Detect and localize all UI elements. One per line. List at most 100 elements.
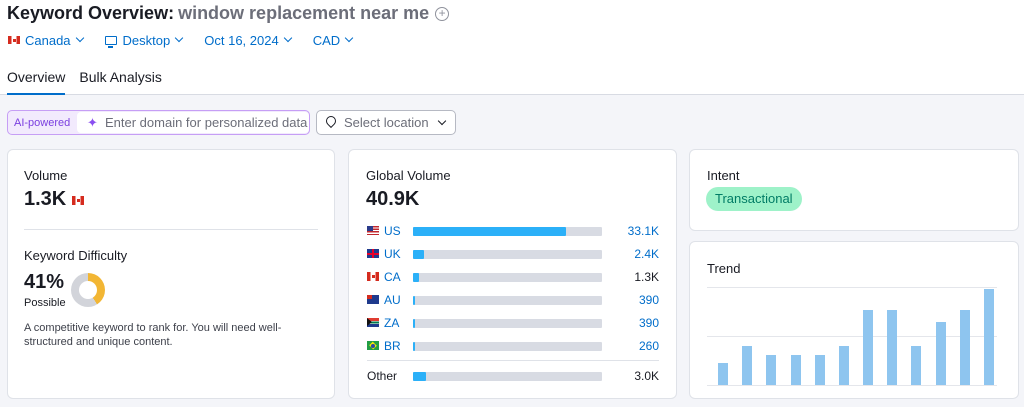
- country-label: Canada: [25, 32, 71, 48]
- chevron-down-icon: [344, 33, 354, 43]
- trend-bar[interactable]: [815, 355, 825, 385]
- trend-bar[interactable]: [887, 310, 897, 385]
- trend-bar[interactable]: [839, 346, 849, 385]
- difficulty-donut: [71, 273, 105, 307]
- domain-input[interactable]: [77, 112, 309, 133]
- card-divider: [24, 229, 318, 230]
- global-volume-label: Global Volume: [366, 168, 451, 183]
- volume-label: Volume: [24, 168, 68, 183]
- currency-dropdown[interactable]: CAD: [312, 32, 354, 48]
- tab-bar: Overview Bulk Analysis: [7, 69, 176, 95]
- trend-bar[interactable]: [960, 310, 970, 385]
- other-bar: [413, 372, 426, 381]
- page-title: Keyword Overview: window replacement near…: [7, 3, 450, 24]
- za-flag-icon: [367, 318, 379, 327]
- trend-bar[interactable]: [742, 346, 752, 385]
- country-dropdown[interactable]: Canada: [8, 32, 84, 48]
- ai-domain-box: AI-powered ✦: [7, 110, 310, 135]
- country-bar-track: [413, 227, 602, 236]
- br-flag-icon: [367, 341, 379, 350]
- country-code[interactable]: US: [384, 224, 401, 238]
- country-bar: [413, 273, 419, 282]
- au-flag-icon: [367, 295, 379, 304]
- location-pin-icon: [326, 116, 336, 130]
- other-label: Other: [367, 369, 398, 383]
- add-keyword-icon[interactable]: +: [435, 7, 450, 21]
- country-value[interactable]: 260: [639, 339, 659, 353]
- sparkle-icon: ✦: [87, 115, 98, 130]
- chevron-down-icon: [75, 33, 84, 43]
- title-label: Keyword Overview:: [7, 3, 175, 23]
- country-code[interactable]: UK: [384, 247, 401, 261]
- device-dropdown[interactable]: Desktop: [104, 32, 184, 48]
- trend-bar[interactable]: [863, 310, 873, 385]
- country-code[interactable]: AU: [384, 293, 401, 307]
- country-bar: [413, 227, 566, 236]
- country-row-ca[interactable]: CA 1.3K: [367, 270, 659, 284]
- country-value[interactable]: 2.4K: [634, 247, 659, 261]
- volume-value: 1.3K: [24, 188, 67, 210]
- difficulty-value: 41%: [24, 271, 65, 293]
- country-bar: [413, 296, 415, 305]
- other-divider: [367, 360, 659, 361]
- country-value[interactable]: 33.1K: [628, 224, 659, 238]
- device-label: Desktop: [122, 32, 171, 48]
- country-code[interactable]: CA: [384, 270, 401, 284]
- trend-bar[interactable]: [984, 289, 994, 385]
- chevron-down-icon: [437, 116, 446, 125]
- other-value: 3.0K: [634, 369, 659, 383]
- trend-card: Trend: [689, 241, 1019, 399]
- intent-badge: Transactional: [706, 187, 802, 211]
- difficulty-rating: Possible: [24, 297, 66, 309]
- country-bar-track: [413, 342, 602, 351]
- filter-bar: Canada Desktop Oct 16, 2024 CAD: [8, 31, 374, 49]
- country-value[interactable]: 390: [639, 293, 659, 307]
- currency-label: CAD: [312, 32, 341, 48]
- ca-flag-icon: [367, 272, 379, 281]
- country-bar-track: [413, 319, 602, 328]
- country-row-uk[interactable]: UK 2.4K: [367, 247, 659, 261]
- country-bar-track: [413, 250, 602, 259]
- trend-bar[interactable]: [791, 355, 801, 385]
- difficulty-label: Keyword Difficulty: [24, 248, 128, 263]
- trend-label: Trend: [707, 261, 741, 276]
- country-row-au[interactable]: AU 390: [367, 293, 659, 307]
- intent-label: Intent: [707, 168, 740, 183]
- desktop-icon: [104, 35, 117, 48]
- country-value[interactable]: 390: [639, 316, 659, 330]
- country-row-br[interactable]: BR 260: [367, 339, 659, 353]
- trend-bar[interactable]: [718, 363, 728, 385]
- uk-flag-icon: [367, 249, 379, 258]
- us-flag-icon: [367, 226, 379, 235]
- canada-flag-icon: [8, 36, 20, 44]
- tab-bulk-analysis[interactable]: Bulk Analysis: [79, 69, 161, 95]
- other-bar-track: [413, 372, 602, 381]
- country-code[interactable]: BR: [384, 339, 401, 353]
- country-row-other: Other 3.0K: [367, 369, 659, 383]
- top-header: Keyword Overview: window replacement near…: [0, 0, 1024, 95]
- volume-card: Volume 1.3K Keyword Difficulty 41% Possi…: [7, 149, 335, 399]
- intent-card: Intent Transactional: [689, 149, 1019, 231]
- country-bar: [413, 250, 424, 259]
- country-row-us[interactable]: US 33.1K: [367, 224, 659, 238]
- difficulty-description: A competitive keyword to rank for. You w…: [24, 322, 282, 348]
- country-bar: [413, 319, 415, 328]
- country-row-za[interactable]: ZA 390: [367, 316, 659, 330]
- trend-bar[interactable]: [766, 355, 776, 385]
- country-bar-track: [413, 273, 602, 282]
- date-label: Oct 16, 2024: [204, 32, 279, 48]
- chevron-down-icon: [283, 33, 292, 43]
- location-dropdown[interactable]: Select location: [316, 110, 456, 135]
- keyword-text: window replacement near me: [178, 3, 430, 23]
- global-volume-card: Global Volume 40.9K US 33.1K UK 2.4K CA 1.3K A…: [348, 149, 677, 399]
- canada-flag-icon: [72, 196, 84, 205]
- country-bar: [413, 342, 415, 351]
- global-volume-value: 40.9K: [366, 188, 420, 210]
- tab-overview[interactable]: Overview: [7, 69, 66, 95]
- trend-bar[interactable]: [936, 322, 946, 385]
- date-dropdown[interactable]: Oct 16, 2024: [204, 32, 292, 48]
- country-value[interactable]: 1.3K: [634, 270, 659, 284]
- ai-powered-badge: AI-powered: [14, 116, 71, 129]
- country-code[interactable]: ZA: [384, 316, 399, 330]
- trend-bar[interactable]: [911, 346, 921, 385]
